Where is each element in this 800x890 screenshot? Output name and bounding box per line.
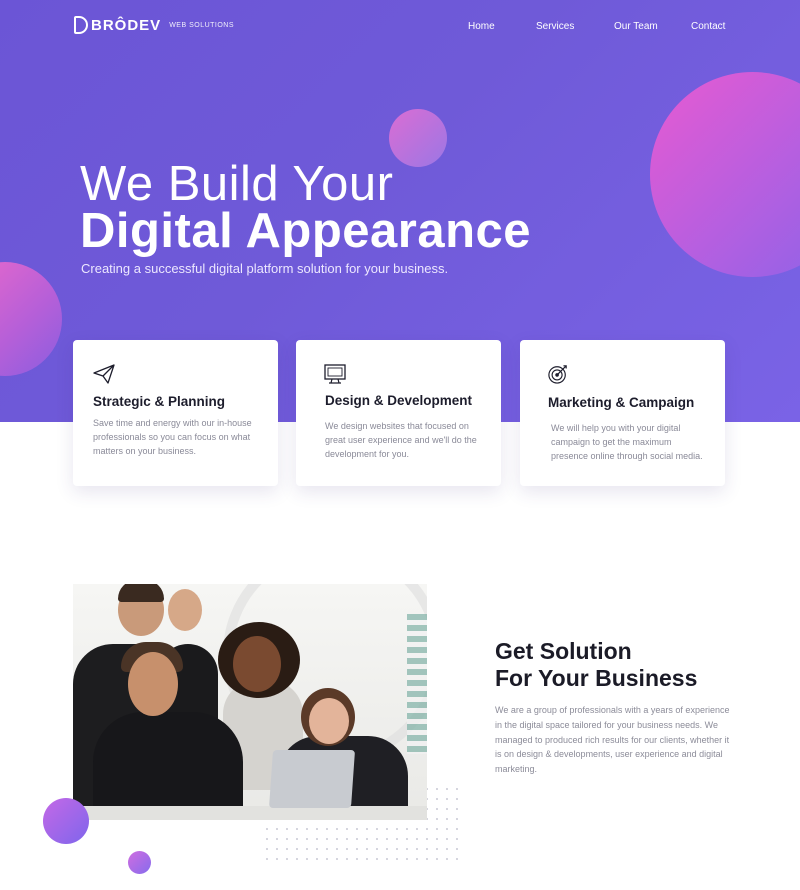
service-card-marketing[interactable]: Marketing & Campaign We will help you wi… xyxy=(520,340,725,486)
monitor-code-icon xyxy=(324,364,346,384)
service-card-text: Save time and energy with our in-house p… xyxy=(93,418,252,456)
about-text: We are a group of professionals with a y… xyxy=(495,705,730,775)
decorative-circle-bottom-small xyxy=(128,851,151,874)
hero-subtitle: Creating a successful digital platform s… xyxy=(81,261,449,276)
nav-services[interactable]: Services xyxy=(536,21,574,32)
service-card-title: Strategic & Planning xyxy=(93,394,226,409)
service-card-design[interactable]: Design & Development We design websites … xyxy=(296,340,501,486)
service-card-title: Marketing & Campaign xyxy=(548,395,695,410)
service-card-title: Design & Development xyxy=(325,393,473,408)
service-card-text: We will help you with your digital campa… xyxy=(551,423,703,461)
service-card-text: We design websites that focused on great… xyxy=(325,421,477,459)
logo-text: BRÔDEV xyxy=(91,16,162,34)
hero-title-line2: Digital Appearance xyxy=(80,204,532,258)
laptop-illustration xyxy=(268,750,356,808)
brand-logo[interactable]: BRÔDEV WEB SOLUTIONS xyxy=(74,16,234,34)
paper-plane-icon xyxy=(93,364,115,384)
target-icon xyxy=(548,365,567,384)
about-title-line1: Get Solution xyxy=(495,638,632,664)
about-title-line2: For Your Business xyxy=(495,665,698,691)
nav-our-team[interactable]: Our Team xyxy=(614,21,658,32)
decorative-circle-left xyxy=(0,262,62,376)
decorative-circle-bottom-left xyxy=(43,798,89,844)
team-photo xyxy=(73,584,427,820)
service-card-strategic[interactable]: Strategic & Planning Save time and energ… xyxy=(73,340,278,486)
nav-contact[interactable]: Contact xyxy=(691,21,725,32)
logo-mark-icon xyxy=(74,16,88,34)
nav-home[interactable]: Home xyxy=(468,21,495,32)
logo-subtitle: WEB SOLUTIONS xyxy=(169,21,235,29)
decorative-circle-small xyxy=(389,109,447,167)
decorative-circle-large xyxy=(650,72,800,277)
